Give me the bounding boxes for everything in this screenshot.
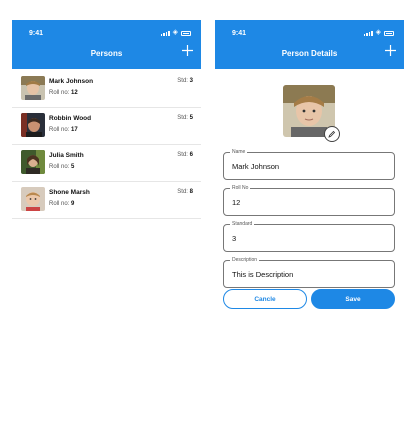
- field-value: 3: [232, 234, 237, 243]
- list-item[interactable]: Julia Smith Roll no: 5 Std: 6: [12, 145, 201, 182]
- field-label: Standard: [230, 221, 255, 228]
- field-value: Mark Johnson: [232, 162, 280, 171]
- signal-icon: [363, 30, 373, 36]
- roll-no-field[interactable]: Roll No 12: [223, 185, 395, 216]
- person-name: Julia Smith: [49, 152, 84, 159]
- person-roll: Roll no: 17: [49, 127, 78, 133]
- status-time: 9:41: [29, 30, 44, 37]
- status-time: 9:41: [232, 30, 247, 37]
- person-name: Robbin Wood: [49, 115, 92, 122]
- battery-icon: [181, 30, 191, 36]
- wifi-icon: ◈: [375, 29, 381, 36]
- page-title: Persons: [90, 49, 123, 58]
- cancel-button[interactable]: Cancle: [223, 289, 307, 309]
- person-roll: Roll no: 5: [49, 164, 75, 170]
- person-std: Std: 3: [177, 78, 193, 84]
- field-label: Description: [230, 257, 260, 264]
- persons-screen: 9:41 ◈ Persons Mark Johnson Roll no: 12 …: [12, 20, 201, 250]
- list-item[interactable]: Shone Marsh Roll no: 9 Std: 8: [12, 182, 201, 219]
- save-button[interactable]: Save: [311, 289, 395, 309]
- wifi-icon: ◈: [172, 29, 178, 36]
- app-bar: 9:41 ◈ Person Details: [215, 20, 404, 69]
- battery-icon: [384, 30, 394, 36]
- avatar: [21, 187, 45, 211]
- field-value: 12: [232, 198, 241, 207]
- signal-icon: [160, 30, 170, 36]
- system-icons: ◈: [363, 29, 394, 36]
- status-bar: 9:41 ◈: [12, 20, 201, 47]
- add-button[interactable]: [385, 44, 396, 60]
- field-value: This is Description: [232, 270, 294, 279]
- person-roll: Roll no: 9: [49, 201, 75, 207]
- description-field[interactable]: Description This is Description: [223, 257, 395, 288]
- app-bar: 9:41 ◈ Persons: [12, 20, 201, 69]
- person-name: Shone Marsh: [49, 189, 90, 196]
- person-name: Mark Johnson: [49, 78, 94, 85]
- edit-photo-button[interactable]: [324, 126, 340, 142]
- avatar: [21, 150, 45, 174]
- field-label: Name: [230, 149, 248, 156]
- standard-field[interactable]: Standard 3: [223, 221, 395, 252]
- list-item[interactable]: Mark Johnson Roll no: 12 Std: 3: [12, 71, 201, 108]
- plus-icon: [182, 45, 193, 56]
- person-std: Std: 5: [177, 115, 193, 121]
- person-roll: Roll no: 12: [49, 90, 78, 96]
- person-std: Std: 6: [177, 152, 193, 158]
- list-item[interactable]: Robbin Wood Roll no: 17 Std: 5: [12, 108, 201, 145]
- page-title: Person Details: [281, 49, 338, 58]
- avatar: [21, 76, 45, 100]
- pencil-icon: [328, 130, 336, 138]
- status-bar: 9:41 ◈: [215, 20, 404, 47]
- person-std: Std: 8: [177, 189, 193, 195]
- name-field[interactable]: Name Mark Johnson: [223, 149, 395, 180]
- person-details-screen: 9:41 ◈ Person Details Name Mark Johnson …: [215, 20, 404, 320]
- avatar: [21, 113, 45, 137]
- persons-list: Mark Johnson Roll no: 12 Std: 3 Robbin W…: [12, 71, 201, 219]
- system-icons: ◈: [160, 29, 191, 36]
- plus-icon: [385, 45, 396, 56]
- add-person-button[interactable]: [182, 44, 193, 60]
- field-label: Roll No: [230, 185, 251, 192]
- profile-photo: [283, 85, 340, 142]
